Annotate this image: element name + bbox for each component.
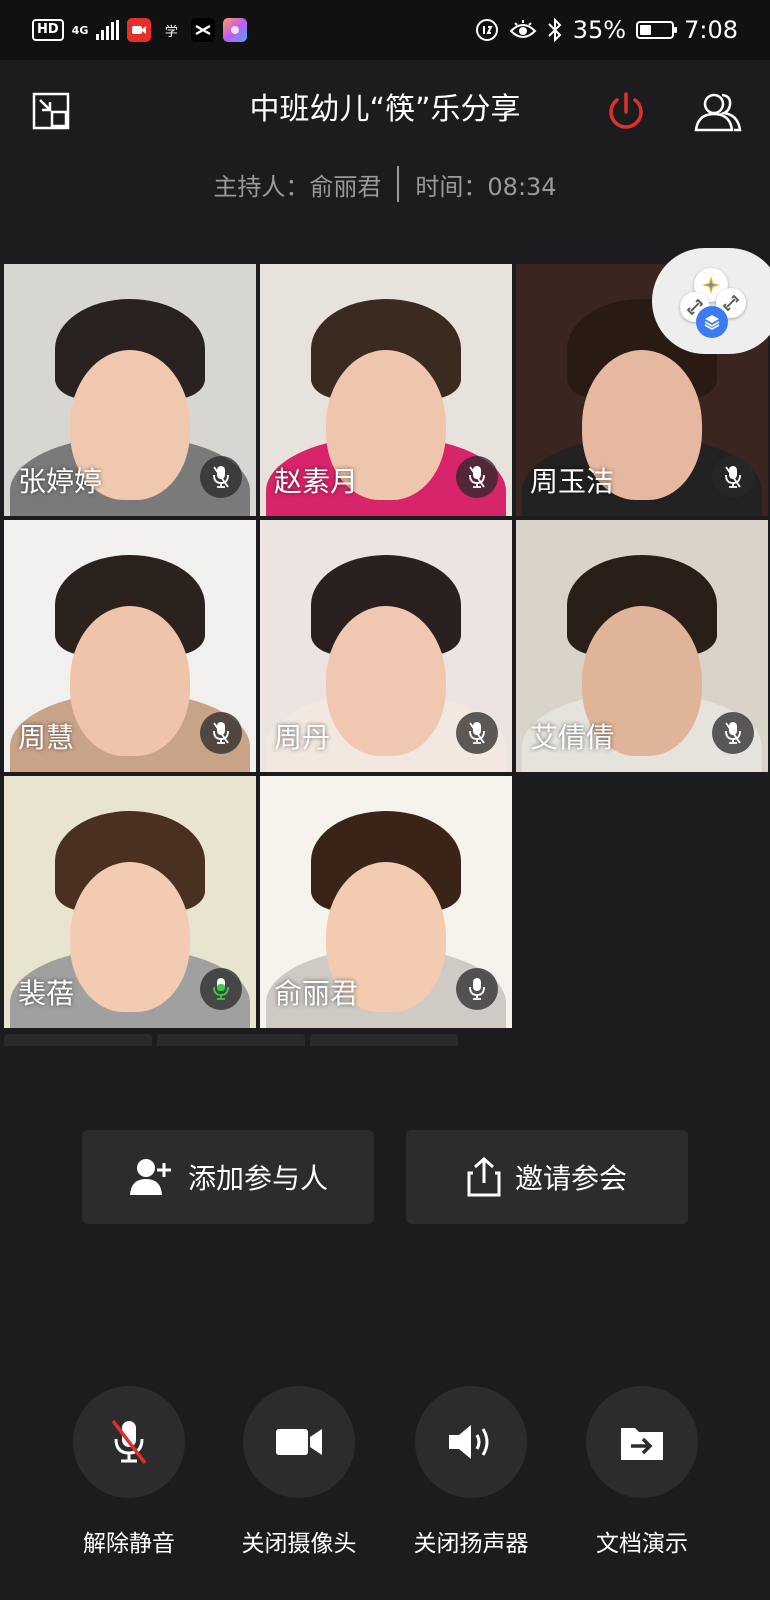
- layers-icon: [696, 306, 728, 338]
- bluetooth-icon: [548, 17, 562, 43]
- video-tile[interactable]: 俞丽君: [260, 776, 512, 1028]
- video-tile[interactable]: 周丹: [260, 520, 512, 772]
- muted-microphone-icon: [712, 456, 754, 498]
- video-tile[interactable]: 周慧: [4, 520, 256, 772]
- unmute-label: 解除静音: [83, 1531, 175, 1557]
- battery-level: [640, 25, 651, 35]
- study-app-icon: 学: [164, 24, 178, 40]
- invite-label: 邀请参会: [514, 1162, 627, 1195]
- muted-microphone-icon: [456, 712, 498, 754]
- video-tile[interactable]: 张婷婷: [4, 264, 256, 516]
- gallery-icon: [223, 18, 248, 42]
- battery-percent: 35%: [572, 16, 627, 44]
- camera-off-button[interactable]: [243, 1386, 355, 1498]
- participant-video-face: [70, 605, 190, 756]
- eye-comfort-icon: [509, 20, 537, 38]
- muted-microphone-icon: [200, 712, 242, 754]
- elapsed-time: 08:34: [487, 172, 557, 201]
- status-bar: HD 4G 学 35% 7:08: [0, 0, 770, 60]
- video-app-icon: [127, 18, 152, 42]
- participant-name: 周慧: [18, 721, 75, 754]
- muted-microphone-icon: [456, 456, 498, 498]
- clock: 7:08: [684, 16, 738, 44]
- participant-name: 赵素月: [274, 465, 359, 498]
- speaking-microphone-icon: [200, 968, 242, 1010]
- participant-video-face: [326, 605, 446, 756]
- data-saver-icon: [475, 19, 498, 41]
- add-person-icon: [129, 1159, 171, 1195]
- meeting-info: 主持人：俞丽君 时间：08:34: [0, 166, 770, 202]
- add-participant-label: 添加参与人: [187, 1162, 328, 1195]
- participant-name: 俞丽君: [274, 977, 359, 1010]
- participant-name: 周玉洁: [530, 465, 615, 498]
- status-bar-left: HD 4G 学: [32, 18, 248, 42]
- network-type: 4G: [71, 23, 89, 37]
- host-info: 主持人：俞丽君: [213, 167, 381, 202]
- hd-badge: HD: [32, 19, 64, 41]
- host-name: 俞丽君: [309, 172, 382, 201]
- participant-name: 艾倩倩: [530, 721, 615, 754]
- participant-name: 裴蓓: [18, 977, 75, 1010]
- time-label: 时间：: [415, 172, 488, 201]
- meeting-title: 中班幼儿“筷”乐分享: [249, 92, 521, 127]
- speaker-control[interactable]: 关闭扬声器: [414, 1386, 529, 1558]
- participant-name: 周丹: [274, 721, 331, 754]
- doc-present-label: 文档演示: [596, 1531, 688, 1557]
- host-label: 主持人：: [213, 172, 310, 201]
- capcut-icon: [191, 18, 216, 42]
- doc-present-button[interactable]: [586, 1386, 698, 1498]
- video-camera-icon: [276, 1429, 322, 1455]
- end-meeting-power-icon[interactable]: [604, 90, 648, 134]
- video-tile[interactable]: 赵素月: [260, 264, 512, 516]
- folder-share-icon: [621, 1428, 663, 1460]
- video-strip-thumb: [310, 1034, 458, 1046]
- document-control[interactable]: 文档演示: [586, 1386, 698, 1558]
- invite-button[interactable]: 邀请参会: [406, 1130, 688, 1224]
- share-icon: [467, 1157, 501, 1197]
- info-divider: [397, 166, 400, 202]
- muted-microphone-icon: [712, 712, 754, 754]
- speaker-icon: [449, 1425, 489, 1459]
- battery-icon: [636, 21, 678, 39]
- camera-control[interactable]: 关闭摄像头: [242, 1386, 357, 1558]
- participants-icon[interactable]: [694, 90, 742, 134]
- signal-icon: [96, 20, 120, 40]
- muted-microphone-icon: [111, 1419, 147, 1465]
- muted-microphone-icon: [200, 456, 242, 498]
- video-strip-thumb: [4, 1034, 152, 1046]
- participant-name: 张婷婷: [18, 465, 103, 498]
- participant-video-face: [70, 861, 190, 1012]
- elapsed-info: 时间：08:34: [415, 167, 556, 202]
- speaker-off-label: 关闭扬声器: [413, 1531, 529, 1557]
- unmute-control[interactable]: 解除静音: [73, 1386, 185, 1558]
- video-tile[interactable]: 艾倩倩: [516, 520, 768, 772]
- camera-off-label: 关闭摄像头: [241, 1531, 357, 1557]
- unmute-button[interactable]: [73, 1386, 185, 1498]
- video-strip-thumb: [157, 1034, 305, 1046]
- speaker-off-button[interactable]: [415, 1386, 527, 1498]
- meeting-header: 中班幼儿“筷”乐分享 主持人：俞丽君 时间：08:34: [0, 60, 770, 230]
- add-participant-button[interactable]: 添加参与人: [82, 1130, 374, 1224]
- floating-assistant-widget[interactable]: [652, 248, 770, 354]
- video-tile[interactable]: 裴蓓: [4, 776, 256, 1028]
- microphone-icon: [456, 968, 498, 1010]
- status-bar-right: 35% 7:08: [475, 16, 738, 44]
